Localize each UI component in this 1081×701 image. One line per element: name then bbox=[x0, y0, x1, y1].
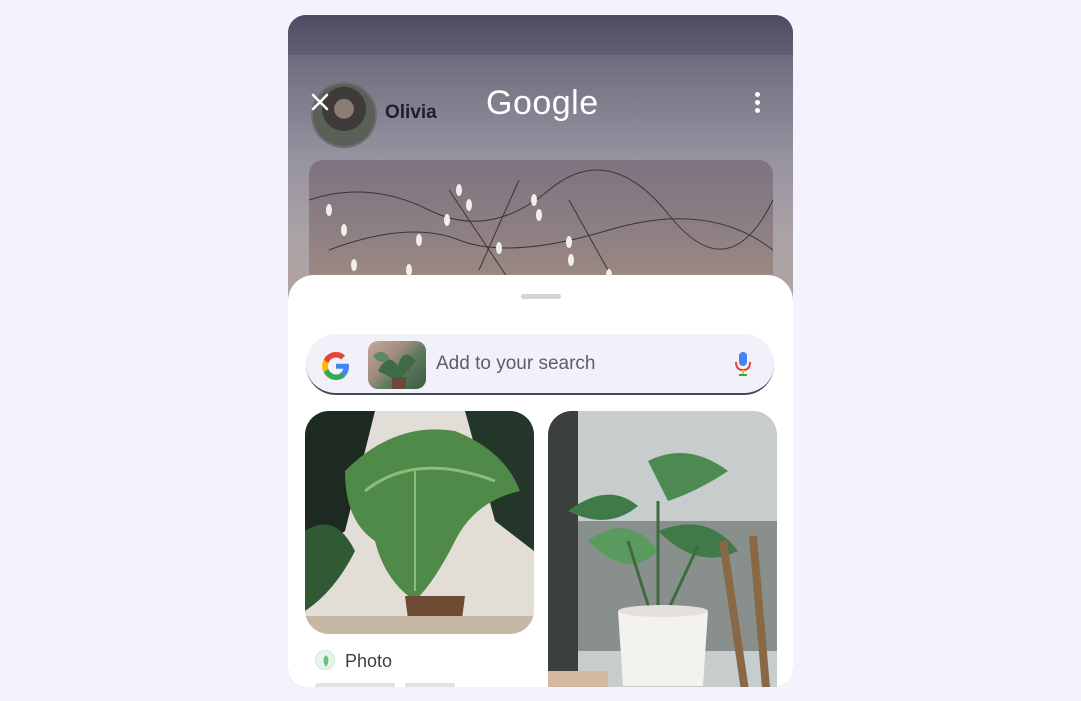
user-name: Olivia bbox=[385, 102, 437, 123]
search-thumbnail[interactable] bbox=[368, 341, 426, 389]
result-source: Photo bbox=[345, 651, 393, 671]
result-image-1[interactable] bbox=[305, 411, 534, 634]
top-bar: Olivia Google bbox=[288, 80, 793, 148]
search-input[interactable]: Add to your search bbox=[436, 353, 595, 375]
drag-handle[interactable] bbox=[521, 294, 561, 299]
result-title-partial bbox=[315, 683, 515, 687]
google-g-icon bbox=[320, 350, 352, 382]
bottom-sheet: Add to your search Photo bbox=[288, 275, 793, 687]
close-icon[interactable] bbox=[308, 90, 332, 114]
more-vert-icon[interactable] bbox=[755, 92, 761, 116]
phone-frame: Olivia Google Add to your search Photo bbox=[288, 15, 793, 687]
search-bar[interactable]: Add to your search bbox=[306, 334, 774, 395]
google-logo: Google bbox=[486, 84, 599, 122]
leaf-icon bbox=[315, 650, 335, 670]
result-image-2[interactable] bbox=[548, 411, 777, 687]
mic-icon[interactable] bbox=[733, 351, 753, 377]
